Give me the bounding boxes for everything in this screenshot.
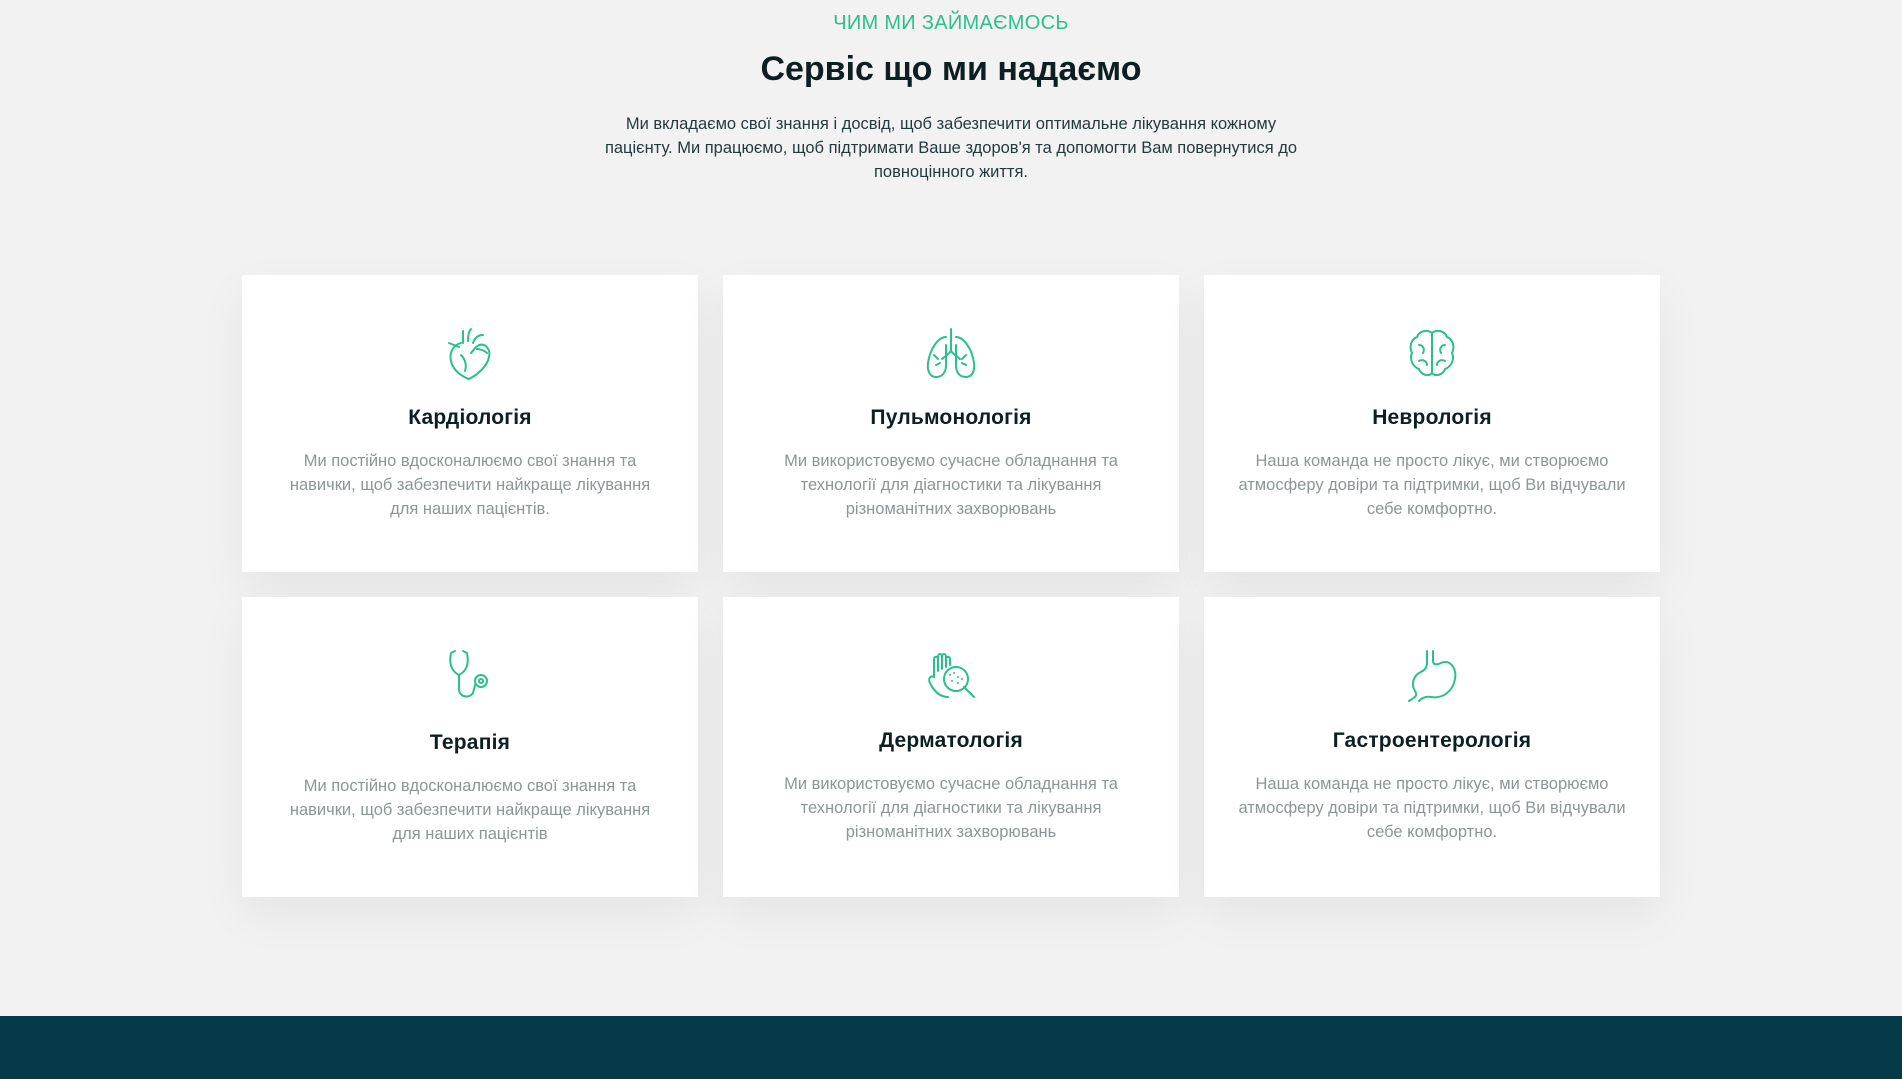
service-title: Гастроентерологія [1332,729,1532,752]
lungs-icon [723,325,1179,383]
service-title: Терапія [429,731,511,754]
service-description: Ми використовуємо сучасне обладнання та … [784,452,1118,518]
service-title: Пульмонологія [870,406,1032,429]
skin-magnifier-icon [723,647,1179,705]
footer-band [0,1016,1902,1079]
service-description: Ми постійно вдосконалюємо свої знання та… [289,452,651,518]
section-title: Сервіс що ми надаємо [760,50,1142,88]
section-eyebrow: ЧИМ МИ ЗАЙМАЄМОСЬ [833,12,1069,34]
service-description: Ми постійно вдосконалюємо свої знання та… [289,777,651,843]
service-description: Наша команда не просто лікує, ми створює… [1238,775,1626,841]
stomach-icon [1204,647,1660,705]
brain-icon [1204,325,1660,383]
service-title: Неврологія [1372,406,1492,429]
stethoscope-icon [242,647,698,705]
service-card-gastroenterology[interactable]: Гастроентерологія Наша команда не просто… [1204,597,1660,897]
service-description: Ми використовуємо сучасне обладнання та … [784,775,1118,841]
service-card-dermatology[interactable]: Дерматологія Ми використовуємо сучасне о… [723,597,1179,897]
heart-icon [242,325,698,383]
section-intro: Ми вкладаємо свої знання і досвід, щоб з… [604,115,1298,181]
service-title: Кардіологія [408,406,532,429]
service-card-cardiology[interactable]: Кардіологія Ми постійно вдосконалюємо св… [242,275,698,572]
service-description: Наша команда не просто лікує, ми створює… [1238,452,1626,518]
service-card-pulmonology[interactable]: Пульмонологія Ми використовуємо сучасне … [723,275,1179,572]
service-card-neurology[interactable]: Неврологія Наша команда не просто лікує,… [1204,275,1660,572]
service-title: Дерматологія [879,729,1023,752]
service-card-therapy[interactable]: Терапія Ми постійно вдосконалюємо свої з… [242,597,698,897]
